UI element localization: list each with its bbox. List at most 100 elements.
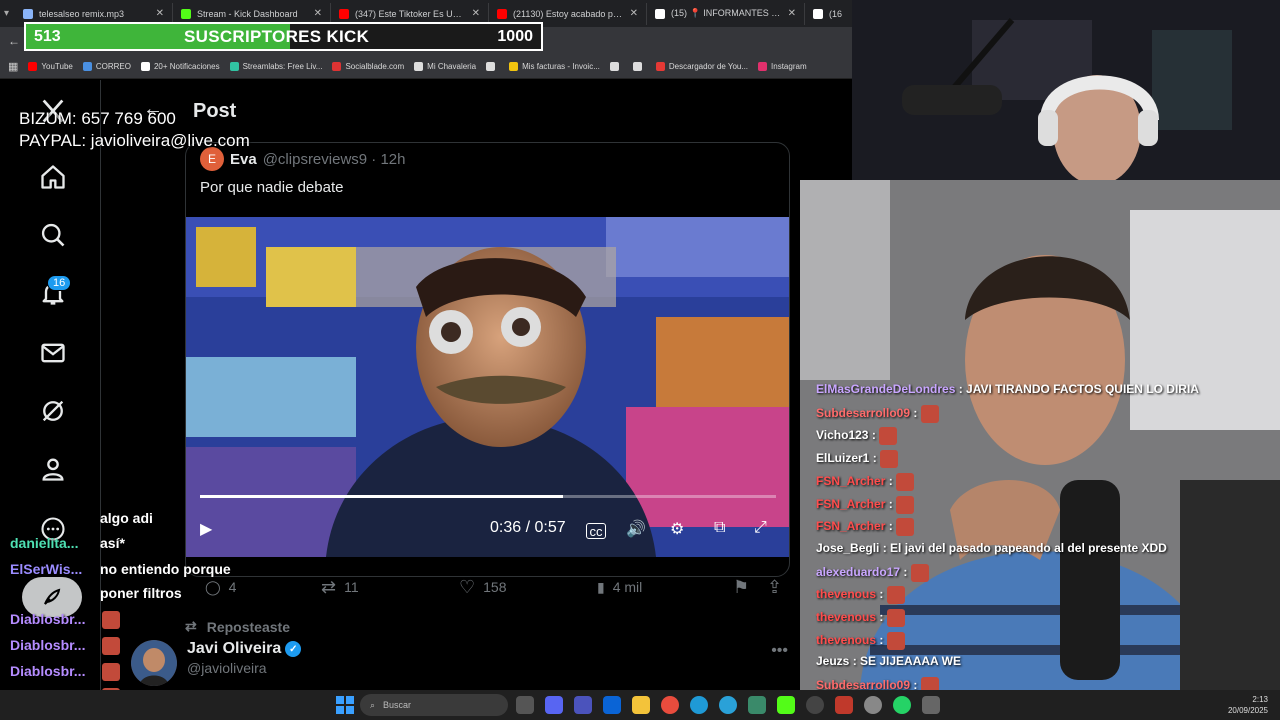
windows-start-icon[interactable]: [336, 696, 354, 714]
home-icon[interactable]: [38, 162, 68, 192]
app-icon-4[interactable]: [922, 696, 940, 714]
app-icon-3[interactable]: [864, 696, 882, 714]
captions-icon[interactable]: cc: [586, 523, 606, 539]
views-button[interactable]: ▮ 4 mil: [597, 579, 642, 596]
chat-text: algo adi: [100, 510, 153, 526]
close-icon[interactable]: ✕: [630, 8, 638, 19]
chat-username[interactable]: thevenous: [816, 633, 876, 647]
bookmark-item[interactable]: 20+ Notificaciones: [140, 62, 220, 71]
repost-button[interactable]: ⇄ 11: [321, 577, 359, 598]
tab-favicon-icon: [339, 8, 350, 19]
close-icon[interactable]: ✕: [156, 8, 164, 19]
whatsapp-icon[interactable]: [893, 696, 911, 714]
bookmark-icon[interactable]: ⚑: [733, 577, 749, 598]
video-player[interactable]: ▶ 0:36 / 0:57 cc 🔊 ⚙ ⧉ ⤢: [186, 217, 789, 557]
bookmark-item[interactable]: [632, 62, 646, 71]
telegram-icon[interactable]: [719, 696, 737, 714]
kick-icon[interactable]: [777, 696, 795, 714]
bookmark-item[interactable]: CORREO: [82, 62, 131, 71]
browser-tab[interactable]: (15) 📍 INFORMANTES SALSER ✕: [647, 2, 806, 25]
teams-icon[interactable]: [574, 696, 592, 714]
chat-username[interactable]: Vicho123: [816, 429, 868, 443]
chat-message: Diablosbr...: [10, 663, 120, 681]
bookmark-item[interactable]: Streamlabs: Free Liv...: [229, 62, 322, 71]
bookmark-favicon-icon: [28, 62, 38, 71]
chat-separator: :: [955, 382, 967, 396]
tab-search-icon[interactable]: ▾: [4, 5, 9, 23]
picture-in-picture-icon[interactable]: ⧉: [714, 519, 725, 537]
outlook-icon[interactable]: [603, 696, 621, 714]
chat-username[interactable]: FSN_Archer: [816, 497, 885, 511]
search-icon[interactable]: [38, 220, 68, 250]
bookmark-item[interactable]: [486, 62, 499, 71]
heart-icon: ♡: [459, 576, 476, 597]
bookmark-item[interactable]: [609, 62, 623, 71]
next-post[interactable]: Javi Oliveira ✓ @javioliveira: [131, 640, 302, 686]
share-icon[interactable]: ⇪: [767, 577, 782, 598]
bookmark-favicon-icon: [632, 62, 642, 71]
taskbar-clock[interactable]: 2:13 20/09/2025: [1228, 694, 1268, 716]
chat-username[interactable]: thevenous: [816, 610, 876, 624]
post-actions: ◯ 4 ⇄ 11 ♡ 158 ▮ 4 mil ⚑ ⇪: [185, 572, 795, 602]
settings-gear-icon[interactable]: ⚙: [670, 519, 684, 539]
chrome-icon[interactable]: [661, 696, 679, 714]
close-icon[interactable]: ✕: [788, 8, 796, 19]
messages-envelope-icon[interactable]: [38, 338, 68, 368]
video-progress-bar[interactable]: [200, 495, 776, 498]
bookmark-favicon-icon: [758, 62, 768, 71]
play-icon[interactable]: ▶: [200, 519, 212, 539]
close-icon[interactable]: ✕: [472, 8, 480, 19]
chat-username[interactable]: ElSerWis...: [10, 561, 82, 577]
profile-icon[interactable]: [38, 454, 68, 484]
chat-username[interactable]: ElLuizer1: [816, 451, 869, 465]
bookmark-item[interactable]: Mi Chavaleria: [414, 62, 476, 71]
chat-username[interactable]: Jose_Begli: [816, 541, 879, 555]
bookmark-favicon-icon: [140, 62, 150, 71]
bookmark-item[interactable]: Instagram: [758, 62, 807, 71]
like-button[interactable]: ♡ 158: [459, 577, 507, 598]
chat-username[interactable]: FSN_Archer: [816, 474, 885, 488]
chat-username[interactable]: FSN_Archer: [816, 519, 885, 533]
author-name[interactable]: Javi Oliveira: [187, 640, 281, 658]
taskbar-search-input[interactable]: ⌕ Buscar: [360, 694, 508, 716]
chat-username[interactable]: Jeuzs: [816, 654, 849, 668]
author-name[interactable]: Eva: [230, 151, 257, 168]
chat-username[interactable]: ElMasGrandeDeLondres: [816, 382, 955, 396]
app-icon-2[interactable]: [835, 696, 853, 714]
task-view-icon[interactable]: [516, 696, 534, 714]
x-sidebar: 16: [0, 80, 100, 690]
bookmark-item[interactable]: Descargador de You...: [655, 62, 748, 71]
grok-icon[interactable]: [38, 396, 68, 426]
file-explorer-icon[interactable]: [632, 696, 650, 714]
chat-username[interactable]: Diablosbr...: [10, 637, 85, 653]
chat-message: FSN_Archer :: [816, 518, 915, 537]
discord-icon[interactable]: [545, 696, 563, 714]
edge-icon[interactable]: [690, 696, 708, 714]
chat-username[interactable]: danielita...: [10, 535, 78, 551]
avatar[interactable]: [131, 640, 177, 686]
chat-username[interactable]: Subdesarrollo09: [816, 406, 910, 420]
fullscreen-icon[interactable]: ⤢: [754, 519, 767, 537]
reply-button[interactable]: ◯ 4: [205, 579, 236, 596]
close-icon[interactable]: ✕: [314, 8, 322, 19]
apps-grid-icon[interactable]: ▦: [8, 60, 18, 73]
quoted-post[interactable]: E Eva @clipsreviews9 · 12h Por que nadie…: [185, 142, 790, 577]
tab-favicon-icon: [813, 8, 824, 19]
volume-icon[interactable]: 🔊: [626, 519, 646, 539]
more-options-icon[interactable]: •••: [771, 642, 788, 660]
obs-icon[interactable]: [806, 696, 824, 714]
chat-username[interactable]: thevenous: [816, 587, 876, 601]
chat-username[interactable]: alexeduardo17: [816, 565, 900, 579]
chat-separator: :: [885, 496, 897, 511]
bookmark-item[interactable]: Mis facturas - Invoic...: [509, 62, 600, 71]
chat-username[interactable]: Diablosbr...: [10, 611, 85, 627]
bookmark-item[interactable]: YouTube: [28, 62, 73, 71]
reposted-label: Reposteaste: [206, 618, 290, 635]
chat-emote-icon: [102, 637, 120, 655]
chat-username[interactable]: Diablosbr...: [10, 663, 85, 679]
back-arrow-icon[interactable]: ←: [4, 34, 24, 48]
app-icon[interactable]: [748, 696, 766, 714]
bookmark-favicon-icon: [332, 62, 342, 71]
tab-title: (15) 📍 INFORMANTES SALSER: [671, 8, 782, 18]
bookmark-item[interactable]: Socialblade.com: [332, 62, 404, 71]
